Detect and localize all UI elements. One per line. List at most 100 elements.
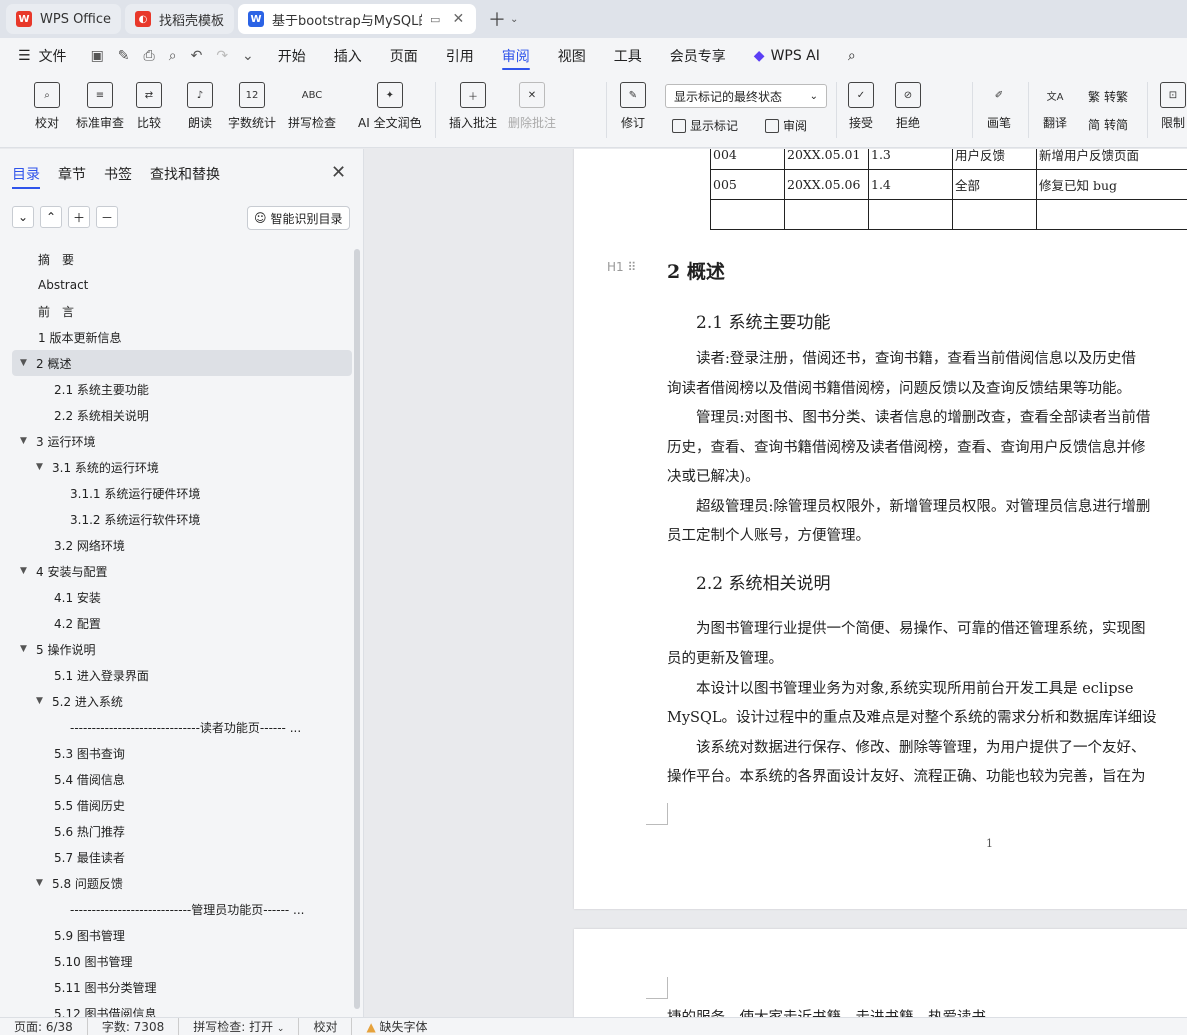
toc-item[interactable]: ▼ 4 安装与配置 [12, 558, 352, 584]
redo-icon[interactable]: ↷ [216, 48, 228, 64]
missing-font-status[interactable]: ▲ 缺失字体 [352, 1018, 441, 1035]
insert-comment-button[interactable]: ＋ 插入批注 [449, 82, 497, 131]
delete-comment-button[interactable]: ✕ 删除批注 [508, 82, 556, 131]
heading-drag-handle-icon[interactable]: H1 ⠿ [607, 260, 636, 274]
restrict-button[interactable]: ⊡ 限制 [1160, 82, 1186, 131]
menu-tools[interactable]: 工具 [600, 38, 656, 74]
expand-arrow-icon[interactable]: ▼ [20, 358, 30, 368]
toc-item[interactable]: 4.2 配置 [12, 610, 352, 636]
spell-check-status[interactable]: 拼写检查: 打开 ⌄ [179, 1018, 300, 1035]
toc-item[interactable]: ▼ 3.1 系统的运行环境 [12, 454, 352, 480]
to-simplified-button[interactable]: 简转简 [1088, 116, 1128, 133]
menu-home[interactable]: 开始 [264, 38, 320, 74]
ai-polish-button[interactable]: ✦ AI 全文润色 [358, 82, 422, 131]
menu-review[interactable]: 审阅 [488, 38, 544, 74]
smart-toc-button[interactable]: ☺ 智能识别目录 [247, 206, 350, 230]
toc-item[interactable]: 5.11 图书分类管理 [12, 974, 352, 1000]
accept-button[interactable]: ✓ 接受 [848, 82, 874, 131]
toc-item[interactable]: 5.1 进入登录界面 [12, 662, 352, 688]
format-painter-icon[interactable]: ✎ [118, 48, 130, 64]
toc-item[interactable]: ▼ 2 概述 [12, 350, 352, 376]
toc-item[interactable]: 5.3 图书查询 [12, 740, 352, 766]
close-nav-icon[interactable]: ✕ [331, 162, 346, 183]
show-markup-select[interactable]: 显示标记的最终状态 ⌄ [665, 84, 827, 108]
expand-arrow-icon[interactable]: ▼ [36, 462, 46, 472]
spell-check-button[interactable]: ABC 拼写检查 [288, 82, 336, 131]
new-tab-icon[interactable]: ＋ [488, 6, 506, 32]
print-preview-icon[interactable]: ⌕ [169, 48, 177, 64]
menu-view[interactable]: 视图 [544, 38, 600, 74]
to-traditional-button[interactable]: 繁转繁 [1088, 88, 1128, 105]
more-chevron-icon[interactable]: ⌄ [242, 48, 254, 64]
toc-item[interactable]: 2.2 系统相关说明 [12, 402, 352, 428]
compare-button[interactable]: ⇄ 比较 [136, 82, 162, 131]
margin-corner-mark [646, 977, 668, 999]
toc-item[interactable]: 5.12 图书借阅信息 [12, 1000, 352, 1018]
toc-item[interactable]: ----------------------------管理员功能页------… [12, 896, 352, 922]
expand-arrow-icon[interactable]: ▼ [36, 878, 46, 888]
menu-references[interactable]: 引用 [432, 38, 488, 74]
nav-tab-chapter[interactable]: 章节 [58, 164, 86, 189]
toc-item[interactable]: 摘 要 [12, 246, 352, 272]
toc-item[interactable]: 4.1 安装 [12, 584, 352, 610]
menu-member[interactable]: 会员专享 [656, 38, 740, 74]
word-count-status[interactable]: 字数: 7308 [88, 1018, 180, 1035]
toc-item[interactable]: 5.7 最佳读者 [12, 844, 352, 870]
tab-list-chevron-icon[interactable]: ⌄ [510, 14, 518, 25]
save-icon[interactable]: ▣ [91, 48, 104, 64]
toc-item[interactable]: ▼ 5.2 进入系统 [12, 688, 352, 714]
expand-arrow-icon[interactable]: ▼ [20, 436, 30, 446]
toc-item[interactable]: 5.6 热门推荐 [12, 818, 352, 844]
nav-tab-find-replace[interactable]: 查找和替换 [150, 164, 220, 189]
std-review-button[interactable]: ≡ 标准审查 [76, 82, 124, 131]
proof-button[interactable]: ⌕ 校对 [34, 82, 60, 131]
word-count-button[interactable]: 12 字数统计 [228, 82, 276, 131]
expand-up-icon[interactable]: ⌃ [40, 206, 62, 228]
show-markup-button[interactable]: 显示标记 [672, 117, 738, 134]
proof-status[interactable]: 校对 [299, 1018, 353, 1035]
toc-item[interactable]: 2.1 系统主要功能 [12, 376, 352, 402]
pen-button[interactable]: ✐ 画笔 [986, 82, 1012, 131]
close-tab-icon[interactable]: ✕ [452, 11, 464, 27]
toc-item[interactable]: 5.4 借阅信息 [12, 766, 352, 792]
toc-item[interactable]: 3.1.2 系统运行软件环境 [12, 506, 352, 532]
nav-tab-bookmark[interactable]: 书签 [104, 164, 132, 189]
tab-template[interactable]: ◐ 找稻壳模板 [125, 4, 235, 34]
reject-button[interactable]: ⊘ 拒绝 [895, 82, 921, 131]
toc-item[interactable]: ▼ 5.8 问题反馈 [12, 870, 352, 896]
review-pane-button[interactable]: 审阅 [765, 117, 807, 134]
print-icon[interactable]: ⎙ [144, 48, 155, 64]
read-aloud-button[interactable]: ♪ 朗读 [187, 82, 213, 131]
tab-document[interactable]: W 基于bootstrap与MySQL的图 ▭ ✕ [238, 4, 477, 34]
monitor-icon[interactable]: ▭ [430, 13, 440, 26]
remove-heading-icon[interactable]: － [96, 206, 118, 228]
page-indicator[interactable]: 页面: 6/38 [0, 1018, 88, 1035]
toc-item[interactable]: 5.5 借阅历史 [12, 792, 352, 818]
toc-item[interactable]: 3.1.1 系统运行硬件环境 [12, 480, 352, 506]
menu-page[interactable]: 页面 [376, 38, 432, 74]
menu-insert[interactable]: 插入 [320, 38, 376, 74]
expand-arrow-icon[interactable]: ▼ [20, 644, 30, 654]
nav-scrollbar[interactable] [354, 249, 360, 1009]
toc-item[interactable]: 1 版本更新信息 [12, 324, 352, 350]
tab-wps-office[interactable]: W WPS Office [6, 4, 122, 34]
expand-arrow-icon[interactable]: ▼ [36, 696, 46, 706]
collapse-icon[interactable]: ⌄ [12, 206, 34, 228]
translate-button[interactable]: 文A 翻译 [1042, 82, 1068, 131]
toc-item[interactable]: ▼ 5 操作说明 [12, 636, 352, 662]
search-icon[interactable]: ⌕ [834, 38, 870, 74]
toc-item[interactable]: 前 言 [12, 298, 352, 324]
add-heading-icon[interactable]: ＋ [68, 206, 90, 228]
toc-item[interactable]: 5.9 图书管理 [12, 922, 352, 948]
expand-arrow-icon[interactable]: ▼ [20, 566, 30, 576]
toc-item[interactable]: ▼ 3 运行环境 [12, 428, 352, 454]
toc-item[interactable]: 3.2 网络环境 [12, 532, 352, 558]
nav-tab-toc[interactable]: 目录 [12, 164, 40, 189]
file-menu[interactable]: ☰ 文件 [0, 38, 81, 74]
undo-icon[interactable]: ↶ [191, 48, 203, 64]
menu-wps-ai[interactable]: ◆ WPS AI [740, 38, 834, 74]
toc-item[interactable]: ------------------------------读者功能页-----… [12, 714, 352, 740]
track-changes-button[interactable]: ✎ 修订 [620, 82, 646, 131]
toc-item[interactable]: Abstract [12, 272, 352, 298]
toc-item[interactable]: 5.10 图书管理 [12, 948, 352, 974]
